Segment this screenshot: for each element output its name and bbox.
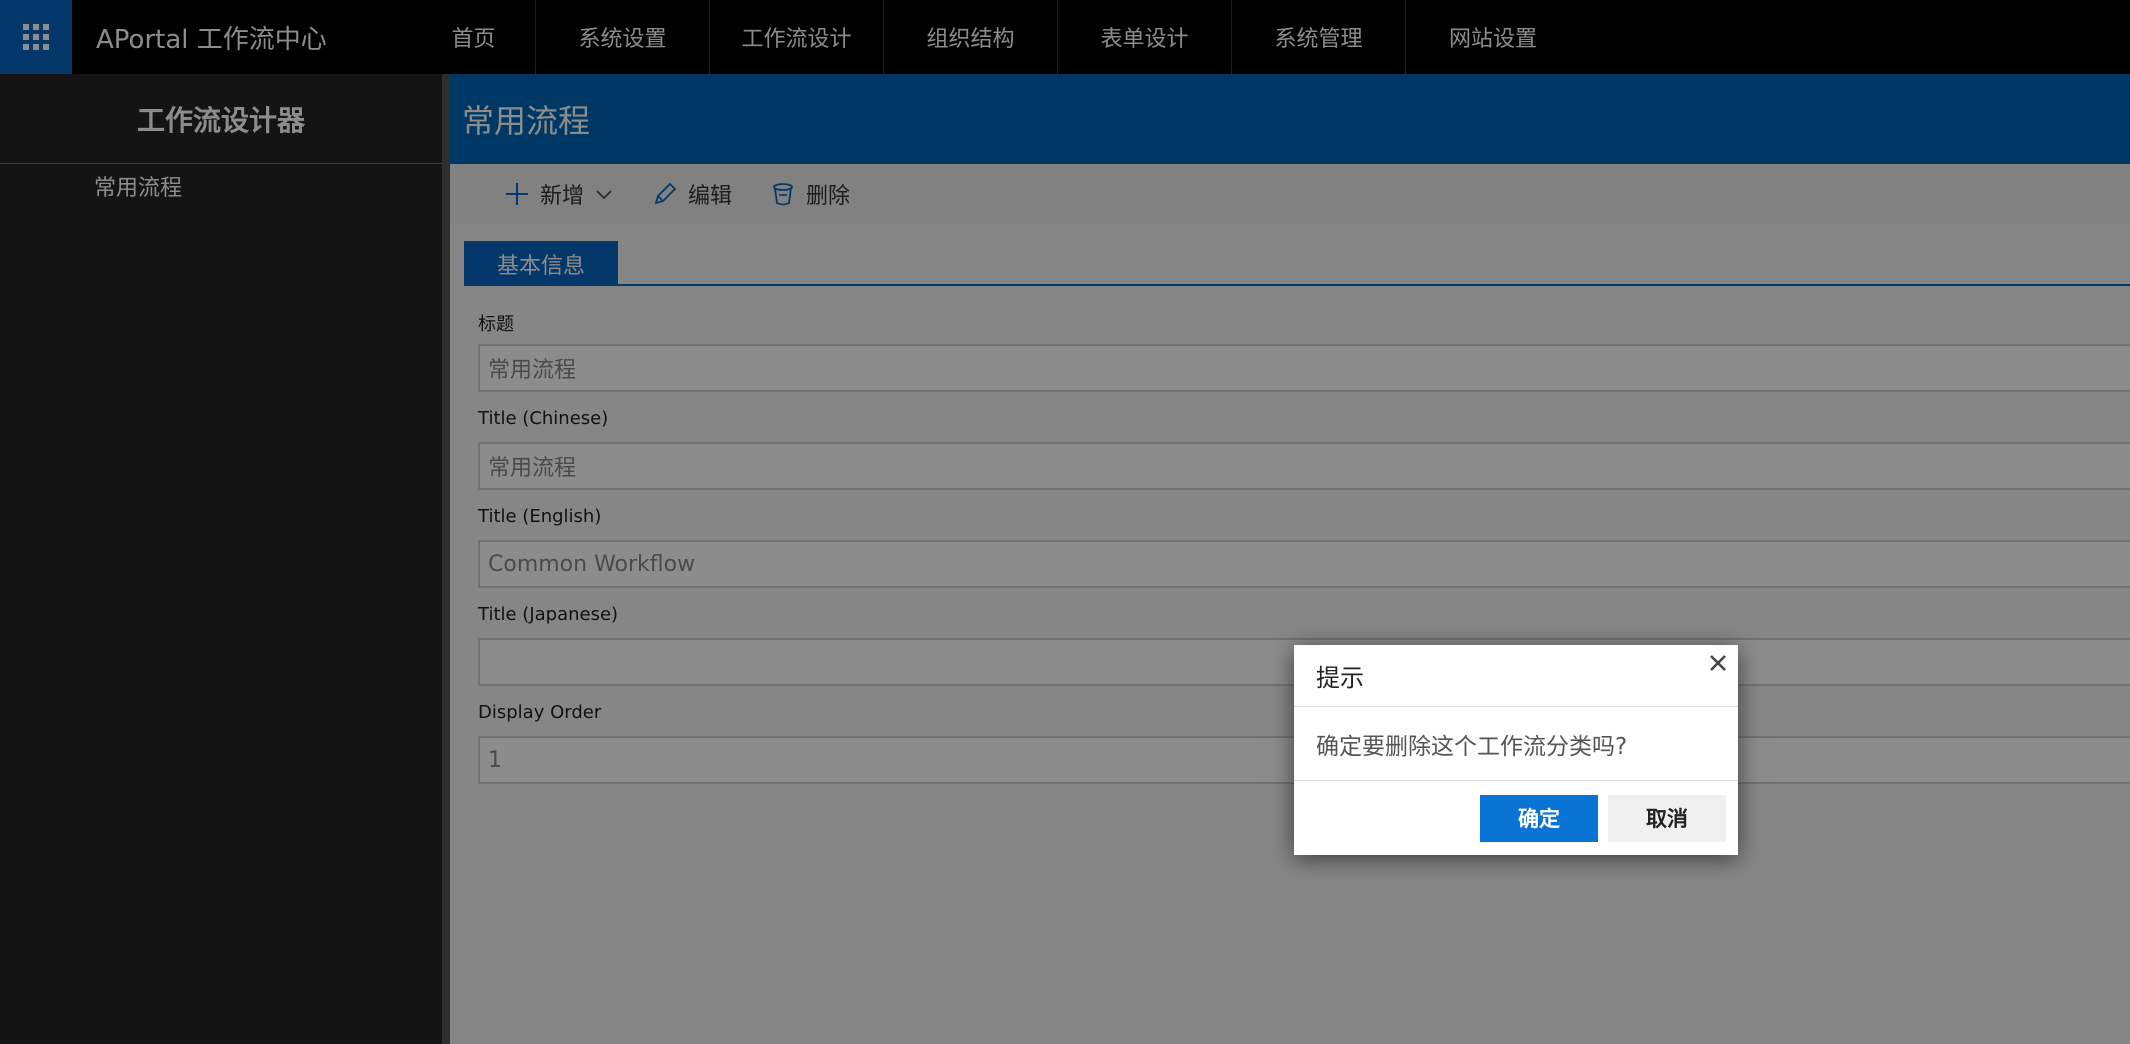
dialog-footer: 确定 取消 (1294, 781, 1738, 855)
dialog-message: 确定要删除这个工作流分类吗? (1294, 707, 1738, 781)
close-icon[interactable] (1704, 649, 1732, 677)
modal-overlay[interactable] (0, 0, 2130, 1044)
cancel-button[interactable]: 取消 (1608, 794, 1726, 842)
confirm-delete-dialog: 提示 确定要删除这个工作流分类吗? 确定 取消 (1294, 645, 1738, 855)
page: APortal 工作流中心 首页 系统设置 工作流设计 组织结构 表单设计 系统… (0, 0, 2130, 1044)
confirm-button[interactable]: 确定 (1480, 794, 1598, 842)
dialog-title: 提示 (1294, 645, 1738, 707)
